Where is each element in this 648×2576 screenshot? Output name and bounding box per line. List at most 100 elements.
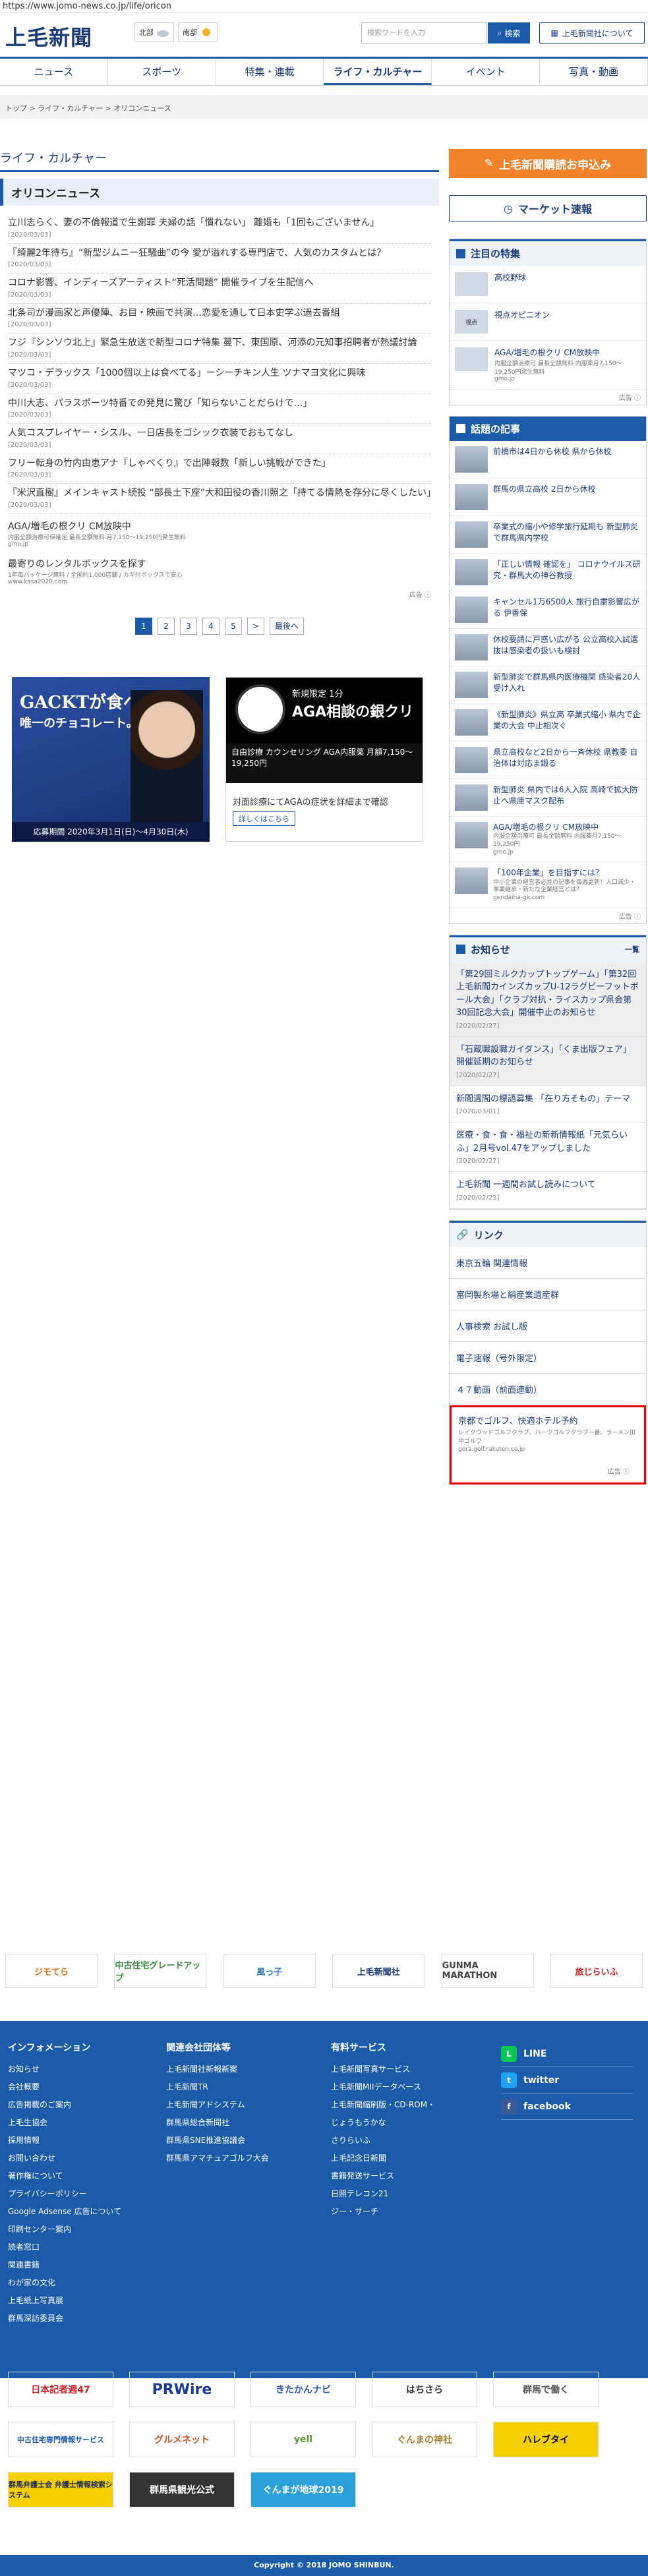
banner-link[interactable]: 風っ子 xyxy=(223,1954,316,1988)
topic-item[interactable]: 「正しい情報 確認を」 コロナウイルス研究・群馬大の神谷教授 xyxy=(450,554,646,591)
topic-item[interactable]: 新型肺炎 県内では6人入院 高崎で拡大防止へ県庫マスク配布 xyxy=(450,779,646,817)
news-item[interactable]: マツコ・デラックス「1000個以上は食べてる」ーシーチキン人生 ツナマヨ文化に興… xyxy=(8,364,431,394)
news-item[interactable]: 『綺麗2年待ち』“新型ジムニー狂騒曲”の今 愛が溢れする専門店で、人気のカスタム… xyxy=(8,244,431,274)
topic-item[interactable]: 前橋市は4日から休校 県から休校 xyxy=(450,441,646,479)
footer-link[interactable]: 群馬県アマチュアゴルフ大会 xyxy=(166,2152,269,2163)
footer-link[interactable]: 書籍発送サービス xyxy=(331,2170,435,2181)
link-item[interactable]: 人事検索 お試し版 xyxy=(450,1310,646,1342)
footer-link[interactable]: ジー・サーチ xyxy=(331,2206,435,2217)
golf-ad[interactable]: 京都でゴルフ、快適ホテル予約 レイクウッドゴルフクラブ、ハーツゴルフクラブ一番、… xyxy=(450,1405,646,1484)
footer-link[interactable]: さりらいふ xyxy=(331,2134,435,2146)
partner-link[interactable]: きたかんナビ xyxy=(250,2372,356,2407)
topic-item[interactable]: 県立高校など2日から一斉休校 県教委 自治体は対応ま鍛る xyxy=(450,742,646,779)
partner-link[interactable]: ぐんまの神社 xyxy=(372,2422,477,2457)
nav-events[interactable]: イベント xyxy=(432,59,541,85)
ad-mark[interactable]: 広告 ⓘ xyxy=(0,589,439,599)
news-item[interactable]: 『米沢直樹』メインキャスト続投 “部長土下座”大和田役の香川照之「持てる情熱を存… xyxy=(8,484,436,514)
page-4[interactable]: 4 xyxy=(202,617,220,635)
page-2[interactable]: 2 xyxy=(158,617,175,635)
footer-link[interactable]: お知らせ xyxy=(8,2063,121,2074)
nav-life-culture[interactable]: ライフ・カルチャー xyxy=(324,59,432,85)
link-item[interactable]: ４７動画（前面連動） xyxy=(450,1374,646,1405)
footer-link[interactable]: わが家の文化 xyxy=(8,2277,121,2288)
banner-link[interactable]: 旅じらいふ xyxy=(550,1954,643,1988)
topic-item[interactable]: キャンセル1万6500人 旅行自粛影響広がる 伊香保 xyxy=(450,591,646,629)
twitter-link[interactable]: t twitter xyxy=(501,2067,633,2093)
weather-south[interactable]: 南部 xyxy=(178,22,218,42)
partner-link[interactable]: はちさら xyxy=(372,2372,477,2407)
footer-link[interactable]: 上毛新聞MIIデータベース xyxy=(331,2081,435,2092)
link-item[interactable]: 東京五輪 関連情報 xyxy=(450,1247,646,1279)
footer-link[interactable]: 広告掲載のご案内 xyxy=(8,2099,121,2110)
footer-link[interactable]: 上毛紙上写真展 xyxy=(8,2295,121,2306)
footer-link[interactable]: 上毛記念日新聞 xyxy=(331,2152,435,2163)
subscribe-button[interactable]: ✎ 上毛新聞購読お申込み xyxy=(449,149,647,178)
ad-item[interactable]: AGA/増毛の根クリ CM放映中 内服全額治療可保確定 最長全額無料 月7,150… xyxy=(8,514,431,552)
footer-link[interactable]: 群馬県SNE推進協議会 xyxy=(166,2134,269,2146)
ad-mark[interactable]: 広告 ⓘ xyxy=(450,390,646,405)
footer-link[interactable]: 読者窓口 xyxy=(8,2241,121,2252)
news-item[interactable]: 北条司が漫画家と声優陣、お目・映画で共演…恋愛を通して日本史学ぶ過去番組 [202… xyxy=(8,304,431,334)
news-item[interactable]: 人気コスプレイヤー・シスル、一日店長をゴシック衣装でおもてなし [2020/03/… xyxy=(8,424,431,454)
topic-item[interactable]: 休校要請に戸惑い広がる 公立高校入試選抜は感染者の扱いも検討 xyxy=(450,629,646,666)
page-3[interactable]: 3 xyxy=(180,617,197,635)
link-item[interactable]: 富岡製糸場と絹産業遺産群 xyxy=(450,1279,646,1310)
footer-link[interactable]: 上毛新聞縮刷版・CD-ROM・ xyxy=(331,2099,435,2110)
notice-item[interactable]: 上毛新聞 一週間お試し読みについて [2020/02/23] xyxy=(450,1172,646,1209)
partner-link[interactable]: PRWire xyxy=(129,2372,235,2407)
ad-mark[interactable]: 広告 ⓘ xyxy=(450,908,646,923)
featured-item[interactable]: 視点 視点オピニオン xyxy=(450,303,646,341)
footer-link[interactable]: 上毛新聞アドシステム xyxy=(166,2099,269,2110)
news-item[interactable]: フジ『シンソウ北上』緊急生放送で新型コロナ特集 蔓下、東国原、河添の元知事招聘者… xyxy=(8,334,431,364)
banner-link[interactable]: 中古住宅グレードアップ xyxy=(114,1954,207,1988)
notice-item[interactable]: 新聞週間の標語募集 「在り方そもの」テーマ [2020/03/01] xyxy=(450,1086,646,1123)
site-logo[interactable]: 上毛新聞 xyxy=(5,21,92,51)
banner-cta-button[interactable]: 詳しくはこちら xyxy=(233,811,295,826)
notice-item[interactable]: 「第29回ミルクカップトップゲーム」「第32回上毛新聞カインズカップU-12ラグ… xyxy=(450,961,646,1037)
topic-item[interactable]: 《新型肺炎》県立高 卒業式縮小 県内で企業の大会 中止相次ぐ xyxy=(450,704,646,742)
footer-link[interactable]: 群馬深訪委員会 xyxy=(8,2312,121,2324)
search-button[interactable]: ⌕ 検索 xyxy=(488,22,530,44)
news-item[interactable]: 立川志らく、妻の不倫報道で生謝罪 夫婦の話「慣れない」 離婚も「1回もございませ… xyxy=(8,214,431,244)
notice-item[interactable]: 医療・食・食・福祉の新新情報紙「元気らいふ」2月号vol.47をアップしました [… xyxy=(450,1123,646,1173)
footer-link[interactable]: 上毛新聞写真サービス xyxy=(331,2063,435,2074)
page-next[interactable]: > xyxy=(247,617,264,635)
page-last[interactable]: 最後へ xyxy=(270,617,304,635)
ad-item[interactable]: 最寄りのレンタルボックスを探す 1年毎パッケージ無料 / 全国約1,000店舗 /… xyxy=(8,552,431,589)
footer-link[interactable]: 上毛新聞社新報新案 xyxy=(166,2063,269,2074)
page-1[interactable]: 1 xyxy=(135,617,152,635)
link-item[interactable]: 電子速報（号外限定） xyxy=(450,1342,646,1374)
nav-news[interactable]: ニュース xyxy=(0,59,108,85)
url-bar[interactable]: https://www.jomo-news.co.jp/life/oricon xyxy=(0,0,648,13)
footer-link[interactable]: 関連書籍 xyxy=(8,2259,121,2270)
partner-link[interactable]: yell xyxy=(250,2422,356,2457)
nav-sports[interactable]: スポーツ xyxy=(108,59,216,85)
footer-link[interactable]: プライバシーポリシー xyxy=(8,2188,121,2199)
page-5[interactable]: 5 xyxy=(225,617,242,635)
topic-item[interactable]: AGA/増毛の根クリ CM放映中 内服全額治療可 最長全額無料 内服薬月7,150… xyxy=(450,817,646,863)
footer-link[interactable]: 著作権について xyxy=(8,2170,121,2181)
partner-link[interactable]: ハレブタイ xyxy=(493,2422,599,2457)
featured-item[interactable]: 高校野球 xyxy=(450,266,646,303)
partner-link[interactable]: ぐんまが地球2019 xyxy=(250,2472,356,2507)
topic-item[interactable]: 群馬の県立高校 2日から休校 xyxy=(450,479,646,516)
nav-features[interactable]: 特集・連載 xyxy=(216,59,324,85)
search-input[interactable]: 検索ワードを入力 xyxy=(361,22,486,44)
partner-link[interactable]: 群馬県観光公式 xyxy=(129,2472,235,2507)
banner-link[interactable]: ジモてら xyxy=(5,1954,98,1988)
news-item[interactable]: フリー転身の竹内由恵アナ『しゃべくり』で出陣報数「新しい挑戦ができた」 [2020… xyxy=(8,454,431,484)
footer-link[interactable]: 上毛生協会 xyxy=(8,2117,121,2128)
nav-photo-video[interactable]: 写真・動画 xyxy=(540,59,648,85)
footer-link[interactable]: Google Adsense 広告について xyxy=(8,2206,121,2217)
footer-link[interactable]: 群馬県総合新聞社 xyxy=(166,2117,269,2128)
facebook-link[interactable]: f facebook xyxy=(501,2093,633,2120)
ad-mark[interactable]: 広告 ⓘ xyxy=(458,1466,637,1476)
footer-link[interactable]: 印刷センター案内 xyxy=(8,2223,121,2235)
notice-item[interactable]: 「石蔵職設職ガイダンス」「くま出版フェア」開催延期のお知らせ [2020/02/2… xyxy=(450,1036,646,1086)
topic-item[interactable]: 卒業式の縮小や修学旅行延期も 新型肺炎で群馬県内学校 xyxy=(450,516,646,554)
featured-item[interactable]: AGA/増毛の根クリ CM放映中 内服全額治療可 最長全額無料 内服薬月7,150… xyxy=(450,341,646,390)
news-item[interactable]: 中川大志、パラスポーツ特番での発見に驚び「知らないことだらけで…」 [2020/0… xyxy=(8,394,431,424)
weather-north[interactable]: 北部 xyxy=(134,22,174,42)
aga-ad-banner[interactable]: 新規限定 1分 AGA相談の銀クリ 自由診療 カウンセリング AGA内服薬 月額… xyxy=(225,676,423,842)
partner-link[interactable]: 群馬弁護士会 弁護士情報検索システム xyxy=(8,2472,113,2507)
